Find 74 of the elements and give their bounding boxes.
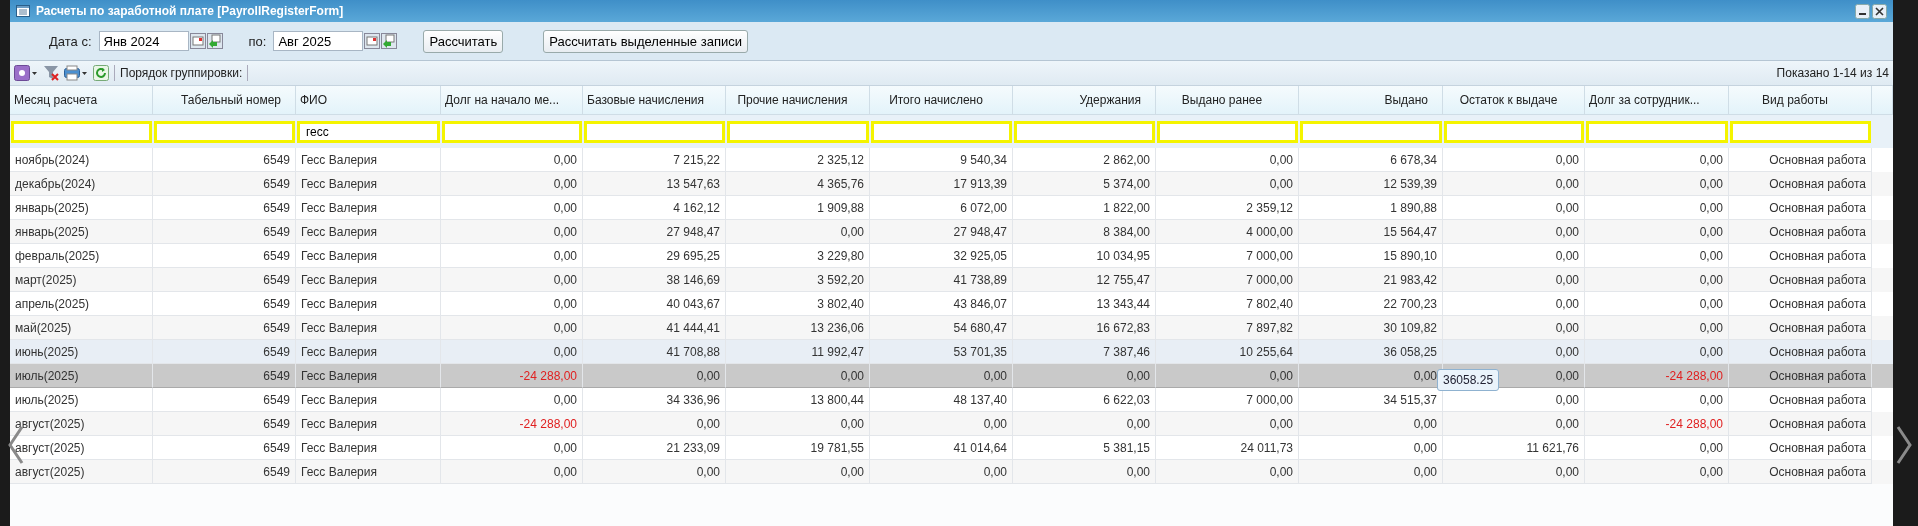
table-cell: 0,00 — [1443, 460, 1585, 484]
paging-info: Показано 1-14 из 14 — [1776, 66, 1889, 80]
table-row[interactable]: май(2025) 6549 Гесс Валерия 0,00 41 444,41 13 236,06 54 680,47 16 672,83 7 897,82 30 109,82 0,00 0,00 Основная работа — [10, 316, 1893, 340]
table-row[interactable]: август(2025) 6549 Гесс Валерия 0,00 0,00 0,00 0,00 0,00 0,00 0,00 0,00 0,00 Основная работа — [10, 460, 1893, 484]
table-row[interactable]: декабрь(2024) 6549 Гесс Валерия 0,00 13 547,63 4 365,76 17 913,39 5 374,00 0,00 12 539,39 0,00 0,00 Основная работа — [10, 172, 1893, 196]
column-header[interactable]: Базовые начисления — [583, 86, 726, 115]
filter-field[interactable] — [1444, 120, 1584, 143]
filter-field[interactable] — [154, 120, 295, 143]
table-cell: 0,00 — [583, 460, 726, 484]
settings-dropdown-icon[interactable] — [14, 65, 38, 81]
table-cell: 0,00 — [1299, 460, 1443, 484]
print-dropdown-icon[interactable] — [64, 65, 88, 81]
table-row[interactable]: февраль(2025) 6549 Гесс Валерия 0,00 29 695,25 3 229,80 32 925,05 10 034,95 7 000,00 15 890,10 0,00 0,00 Основная работа — [10, 244, 1893, 268]
minimize-button[interactable] — [1855, 3, 1870, 19]
column-header[interactable]: Долг за сотрудник... — [1585, 86, 1729, 115]
filter-field[interactable] — [871, 120, 1012, 143]
table-row[interactable]: январь(2025) 6549 Гесс Валерия 0,00 27 948,47 0,00 27 948,47 8 384,00 4 000,00 15 564,47 0,00 0,00 Основная работа — [10, 220, 1893, 244]
filter-field[interactable] — [584, 120, 725, 143]
window-title: Расчеты по заработной плате [PayrollRegisterForm] — [36, 4, 345, 18]
filter-field[interactable] — [11, 120, 152, 143]
table-row[interactable]: ноябрь(2024) 6549 Гесс Валерия 0,00 7 215,22 2 325,12 9 540,34 2 862,00 0,00 6 678,34 0,00 0,00 Основная работа — [10, 148, 1893, 172]
table-cell: Гесс Валерия — [296, 460, 441, 484]
table-cell: 0,00 — [1585, 460, 1729, 484]
tooltip: 36058.25 — [1437, 369, 1500, 391]
column-header[interactable]: Табельный номер — [153, 86, 296, 115]
clear-filter-icon[interactable] — [43, 65, 59, 81]
calculate-selected-button[interactable]: Рассчитать выделенные записи — [543, 29, 748, 53]
filter-field[interactable] — [442, 120, 582, 143]
table-row[interactable]: июль(2025) 6549 Гесс Валерия 0,00 34 336,96 13 800,44 48 137,40 6 622,03 7 000,00 34 515,37 0,00 0,00 Основная работа — [10, 388, 1893, 412]
column-header[interactable]: Долг на начало ме... — [441, 86, 583, 115]
calendar-icon[interactable] — [364, 33, 381, 49]
table-row[interactable]: август(2025) 6549 Гесс Валерия -24 288,00 0,00 0,00 0,00 0,00 0,00 0,00 0,00 -24 288,00 Основная работа — [10, 412, 1893, 436]
calculate-button[interactable]: Рассчитать — [423, 29, 504, 53]
column-header[interactable]: Итого начислено — [870, 86, 1013, 115]
table-row[interactable]: август(2025) 6549 Гесс Валерия 0,00 21 233,09 19 781,55 41 014,64 5 381,15 24 011,73 0,00 11 621,76 0,00 Основная работа — [10, 436, 1893, 460]
filter-field[interactable] — [1730, 120, 1871, 143]
table-cell: 0,00 — [441, 460, 583, 484]
column-header[interactable]: Прочие начисления — [726, 86, 870, 115]
table-row[interactable]: июнь(2025) 6549 Гесс Валерия 0,00 41 708,88 11 992,47 53 701,35 7 387,46 10 255,64 36 058,25 0,00 0,00 Основная работа — [10, 340, 1893, 364]
date-picker-icon[interactable] — [381, 33, 398, 49]
chevron-right-icon[interactable] — [1894, 425, 1914, 465]
column-header[interactable]: Вид работы — [1729, 86, 1872, 115]
filter-field[interactable] — [1157, 120, 1298, 143]
table-cell: 0,00 — [1156, 460, 1299, 484]
column-header[interactable]: Удержания — [1013, 86, 1156, 115]
filter-field[interactable] — [1300, 120, 1442, 143]
table-cell: Основная работа — [1729, 460, 1872, 484]
table-row[interactable]: апрель(2025) 6549 Гесс Валерия 0,00 40 043,67 3 802,40 43 846,07 13 343,44 7 802,40 22 700,23 0,00 0,00 Основная работа — [10, 292, 1893, 316]
refresh-icon[interactable] — [93, 65, 109, 81]
column-header[interactable]: Остаток к выдаче — [1443, 86, 1585, 115]
calendar-icon[interactable] — [189, 33, 206, 49]
close-button[interactable] — [1872, 3, 1887, 19]
filter-field[interactable] — [1014, 120, 1155, 143]
table-cell: 6549 — [153, 460, 296, 484]
column-header[interactable]: Месяц расчета — [10, 86, 153, 115]
filter-field[interactable] — [727, 120, 869, 143]
date-from-label: Дата с: — [49, 33, 92, 49]
table-cell: 0,00 — [1013, 460, 1156, 484]
table-cell: август(2025) — [10, 460, 153, 484]
filter-field[interactable] — [1586, 120, 1728, 143]
table-row[interactable]: январь(2025) 6549 Гесс Валерия 0,00 4 162,12 1 909,88 6 072,00 1 822,00 2 359,12 1 890,88 0,00 0,00 Основная работа — [10, 196, 1893, 220]
table-cell: 0,00 — [726, 460, 870, 484]
date-field[interactable]: Янв 2024 — [98, 31, 189, 51]
column-header[interactable]: Выдано ранее — [1156, 86, 1299, 115]
date-field[interactable]: Авг 2025 — [273, 31, 364, 51]
table-cell: 0,00 — [870, 460, 1013, 484]
column-header[interactable]: Выдано — [1299, 86, 1443, 115]
date-picker-icon[interactable] — [206, 33, 223, 49]
column-header[interactable]: ФИО — [296, 86, 441, 115]
table-row[interactable]: март(2025) 6549 Гесс Валерия 0,00 38 146,69 3 592,20 41 738,89 12 755,47 7 000,00 21 983,42 0,00 0,00 Основная работа — [10, 268, 1893, 292]
filter-field[interactable]: гесс — [297, 120, 440, 143]
window-icon — [16, 5, 30, 17]
grouping-label: Порядок группировки: — [120, 66, 243, 80]
date-to-label: по: — [248, 33, 267, 49]
